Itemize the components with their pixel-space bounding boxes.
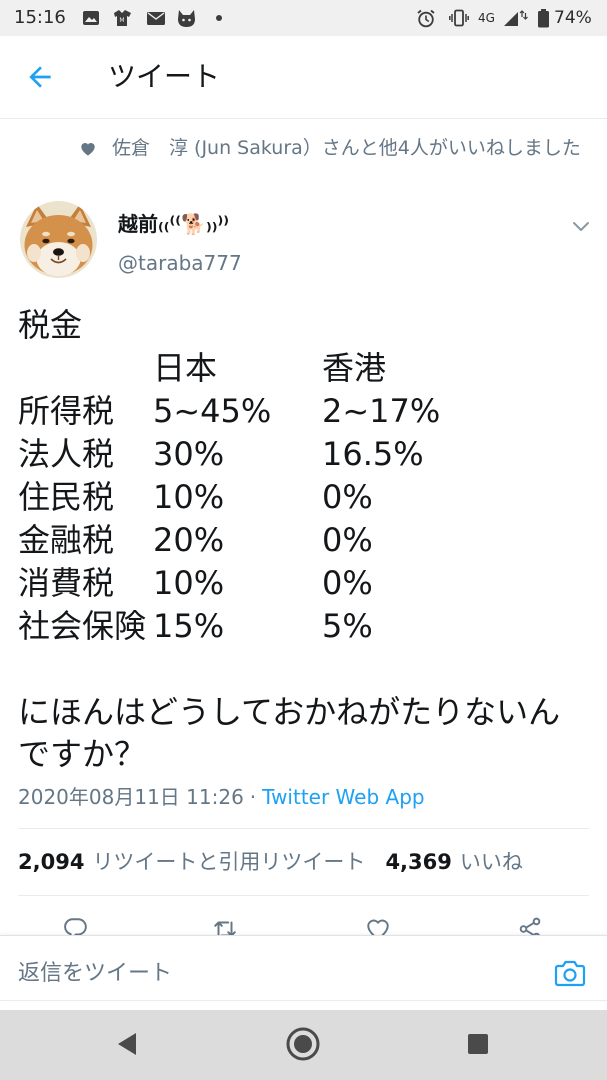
tweet-actions xyxy=(0,896,607,935)
table-row: 住民税 10% 0% xyxy=(18,476,589,519)
table-row: 社会保険 15% 5% xyxy=(18,605,589,648)
author-handle[interactable]: @taraba777 xyxy=(118,249,242,277)
svg-text:M: M xyxy=(119,17,124,24)
tweet-timestamp: 2020年08月11日 11:26 xyxy=(18,785,244,809)
divider xyxy=(18,828,589,829)
back-arrow-icon[interactable] xyxy=(24,61,56,93)
camera-icon[interactable] xyxy=(553,956,587,990)
reply-icon[interactable] xyxy=(62,916,88,935)
retweets-count: 2,094 xyxy=(18,850,85,874)
dot-icon xyxy=(216,15,222,21)
hong-kong-rate: 2~17% xyxy=(322,392,441,430)
table-row: 消費税 10% 0% xyxy=(18,562,589,605)
nav-recents-icon[interactable] xyxy=(466,1032,490,1056)
reply-bar xyxy=(0,935,607,1001)
tax-label: 金融税 xyxy=(18,521,115,559)
column-header-hong-kong: 香港 xyxy=(322,349,387,387)
table-header-row: 日本 香港 xyxy=(18,347,589,390)
avatar[interactable] xyxy=(20,201,97,278)
network-type: 4G xyxy=(478,11,495,25)
cat-icon xyxy=(178,10,195,27)
heart-icon xyxy=(81,143,95,156)
japan-rate: 10% xyxy=(153,564,225,602)
page-title: ツイート xyxy=(108,60,221,93)
retweet-icon[interactable] xyxy=(212,916,238,935)
tweet-timestamp-line: 2020年08月11日 11:26 · Twitter Web App xyxy=(18,784,425,810)
author-name[interactable]: 越前₍₍⁽⁽🐕₎₎⁾⁾ xyxy=(118,210,229,238)
tweet-source-link[interactable]: Twitter Web App xyxy=(262,785,424,809)
likes-label: いいね xyxy=(459,850,523,874)
status-bar: 15:16 M 4G 74% xyxy=(0,0,607,36)
tweet-intro: 税金 xyxy=(18,306,83,344)
tweet-stats: 2,094 リツイートと引用リツイート 4,369 いいね xyxy=(18,848,523,876)
tweet-text: 税金 日本 香港 所得税 5~45% 2~17% 法人税 30% 16.5% 住… xyxy=(18,304,589,775)
nav-back-icon[interactable] xyxy=(113,1030,141,1058)
likes-count: 4,369 xyxy=(385,850,452,874)
timestamp-separator: · xyxy=(249,785,257,809)
shiba-dog-avatar-image xyxy=(20,201,97,278)
hong-kong-rate: 0% xyxy=(322,564,373,602)
japan-rate: 5~45% xyxy=(153,392,272,430)
tax-label: 住民税 xyxy=(18,478,115,516)
battery-level: 74% xyxy=(554,8,592,28)
hong-kong-rate: 0% xyxy=(322,521,373,559)
system-nav-bar xyxy=(0,1010,607,1080)
table-row: 金融税 20% 0% xyxy=(18,519,589,562)
mail-icon xyxy=(147,12,165,25)
alarm-icon xyxy=(417,9,435,28)
chevron-down-icon[interactable] xyxy=(569,214,593,238)
retweets-stat[interactable]: 2,094 リツイートと引用リツイート xyxy=(18,850,365,874)
tweet-question: にほんはどうしておかねがたりないんですか？ xyxy=(18,693,561,773)
retweets-label: リツイートと引用リツイート xyxy=(92,850,366,874)
image-icon xyxy=(83,11,99,25)
vibrate-icon xyxy=(449,9,469,27)
like-icon[interactable] xyxy=(365,916,391,935)
status-time: 15:16 xyxy=(14,7,66,28)
japan-rate: 20% xyxy=(153,521,225,559)
japan-rate: 10% xyxy=(153,478,225,516)
share-icon[interactable] xyxy=(517,916,543,935)
japan-rate: 15% xyxy=(153,607,225,645)
hong-kong-rate: 0% xyxy=(322,478,373,516)
header-divider xyxy=(0,118,607,119)
tax-label: 所得税 xyxy=(18,392,115,430)
tax-label: 社会保険 xyxy=(18,607,147,645)
tax-label: 法人税 xyxy=(18,435,115,473)
liked-by-context[interactable]: 佐倉 淳 (Jun Sakura）さんと他4人がいいねしました xyxy=(112,136,590,160)
reply-input[interactable] xyxy=(18,954,528,992)
battery-icon xyxy=(538,9,549,28)
hong-kong-rate: 5% xyxy=(322,607,373,645)
hong-kong-rate: 16.5% xyxy=(322,435,424,473)
table-row: 法人税 30% 16.5% xyxy=(18,433,589,476)
table-row: 所得税 5~45% 2~17% xyxy=(18,390,589,433)
likes-stat[interactable]: 4,369 いいね xyxy=(385,850,522,874)
tax-label: 消費税 xyxy=(18,564,115,602)
app-icon: M xyxy=(114,10,131,26)
japan-rate: 30% xyxy=(153,435,225,473)
signal-icon xyxy=(504,10,528,26)
nav-home-icon[interactable] xyxy=(285,1026,321,1062)
column-header-japan: 日本 xyxy=(153,349,218,387)
